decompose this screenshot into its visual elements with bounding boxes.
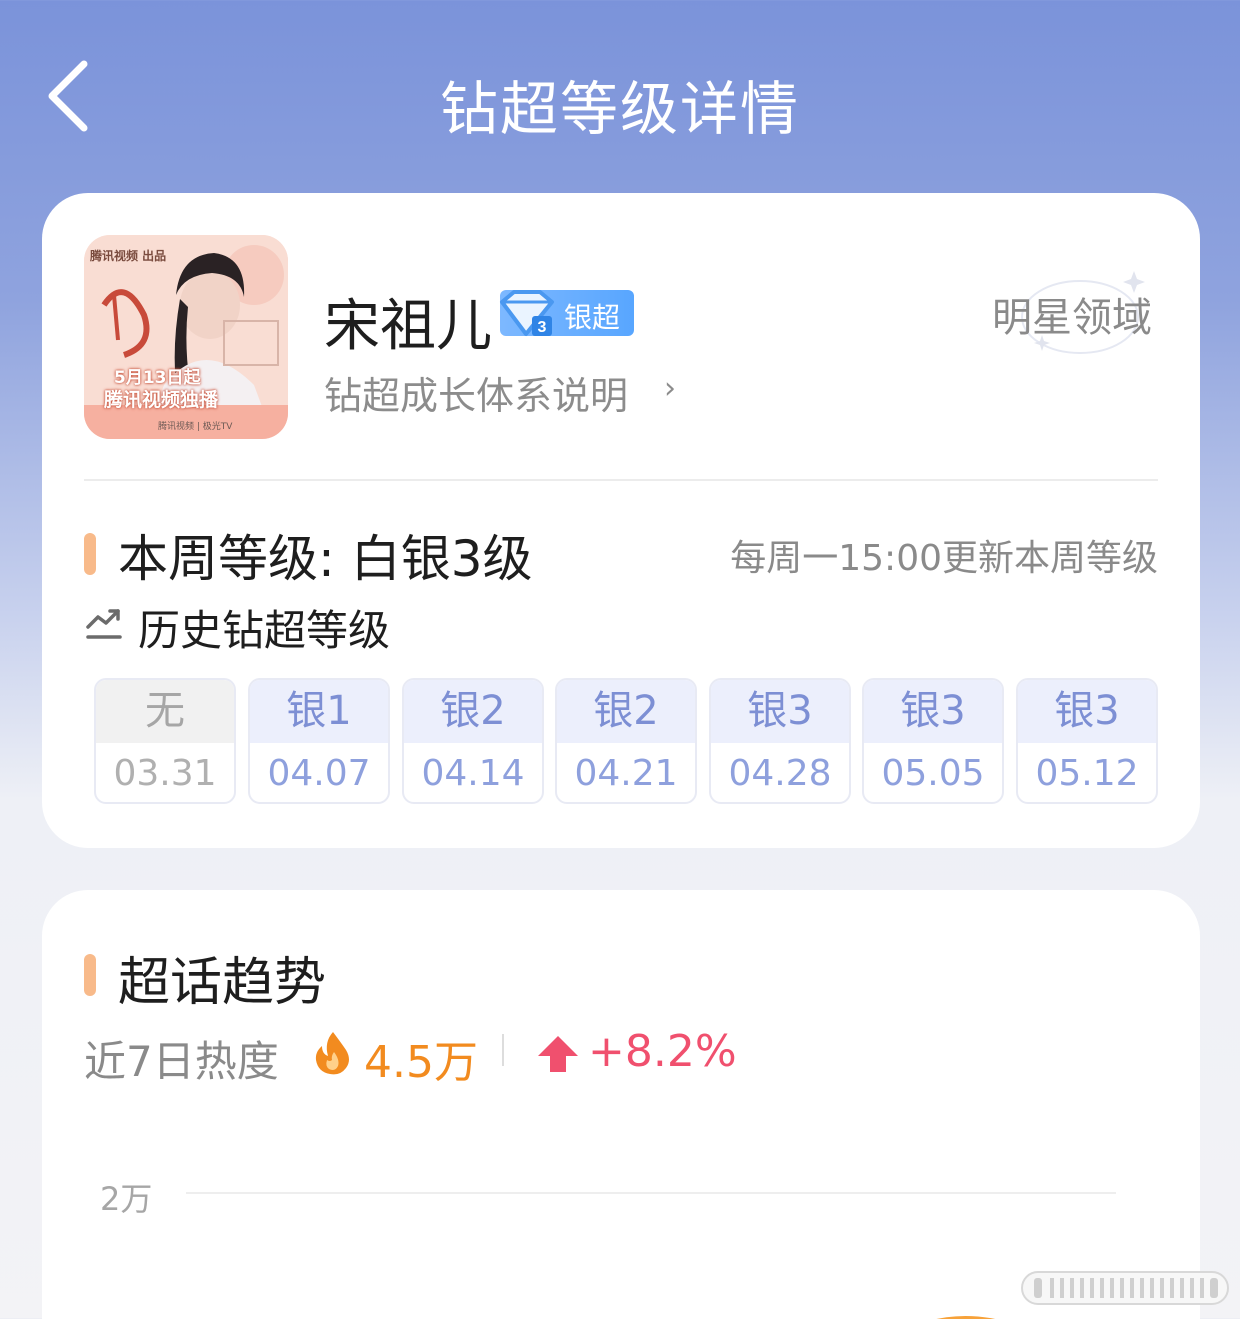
star-name: 宋祖儿 [324, 294, 492, 359]
section-accent-bar [84, 533, 96, 575]
level-history-item: 无 03.31 [94, 678, 236, 804]
trend-line [937, 1316, 995, 1319]
page-title: 钻超等级详情 [439, 75, 800, 143]
heat-label: 近7日热度 [84, 1037, 279, 1086]
heat-value: 4.5万 [364, 1037, 478, 1088]
level-history-item: 银2 04.21 [555, 678, 697, 804]
level-history-item: 银3 05.05 [862, 678, 1004, 804]
level-badge: 3 银超 [500, 290, 634, 336]
level-history-item: 银3 04.28 [709, 678, 851, 804]
level-history-item: 银1 04.07 [248, 678, 390, 804]
scroll-indicator [1021, 1271, 1229, 1305]
level-history-item: 银2 04.14 [402, 678, 544, 804]
trend-title: 超话趋势 [118, 953, 327, 1013]
level-value: 银2 [404, 680, 542, 743]
update-note: 每周一15:00更新本周等级 [730, 538, 1158, 579]
divider [84, 479, 1158, 481]
separator [502, 1034, 504, 1066]
level-value: 银3 [711, 680, 849, 743]
trend-card: 超话趋势 近7日热度 4.5万 +8.2% 2万 [42, 890, 1200, 1319]
grid-line [186, 1192, 1116, 1194]
level-card: 腾讯视频 出品 5月13日起 腾讯视频独播 腾讯视频 | 极光TV 宋祖儿 3 … [42, 193, 1200, 848]
poster-logo: 腾讯视频 出品 [90, 249, 167, 263]
trend-chart-icon [86, 609, 122, 639]
level-value: 银3 [864, 680, 1002, 743]
level-date: 04.14 [421, 753, 525, 794]
top-bar: 钻超等级详情 [0, 0, 1240, 190]
diamond-icon: 3 [500, 290, 554, 336]
level-date: 04.28 [728, 753, 832, 794]
domain-label[interactable]: 明星领域 [992, 285, 1152, 343]
chevron-right-icon[interactable]: › [664, 371, 676, 406]
badge-label: 银超 [564, 301, 621, 334]
fire-icon [315, 1032, 349, 1075]
change-value: +8.2% [588, 1026, 737, 1077]
level-history-item: 银3 05.12 [1016, 678, 1158, 804]
history-label: 历史钻超等级 [138, 606, 391, 655]
week-level: 本周等级: 白银3级 [118, 530, 533, 588]
level-date: 04.21 [574, 753, 678, 794]
avatar[interactable]: 腾讯视频 出品 5月13日起 腾讯视频独播 腾讯视频 | 极光TV [84, 235, 288, 439]
level-date: 04.07 [267, 753, 371, 794]
level-value: 银1 [250, 680, 388, 743]
y-axis-tick: 2万 [100, 1180, 153, 1218]
poster-subtitle: 腾讯视频独播 [104, 389, 219, 411]
poster-brand: 腾讯视频 | 极光TV [158, 422, 233, 432]
arrow-up-icon [538, 1036, 578, 1072]
svg-text:3: 3 [538, 319, 547, 336]
level-value: 无 [96, 680, 234, 743]
level-value: 银3 [1018, 680, 1156, 743]
level-date: 05.05 [881, 753, 985, 794]
growth-system-link[interactable]: 钻超成长体系说明 [324, 365, 628, 420]
level-value: 银2 [557, 680, 695, 743]
level-date: 05.12 [1035, 753, 1139, 794]
level-date: 03.31 [113, 753, 217, 794]
section-accent-bar [84, 954, 96, 996]
